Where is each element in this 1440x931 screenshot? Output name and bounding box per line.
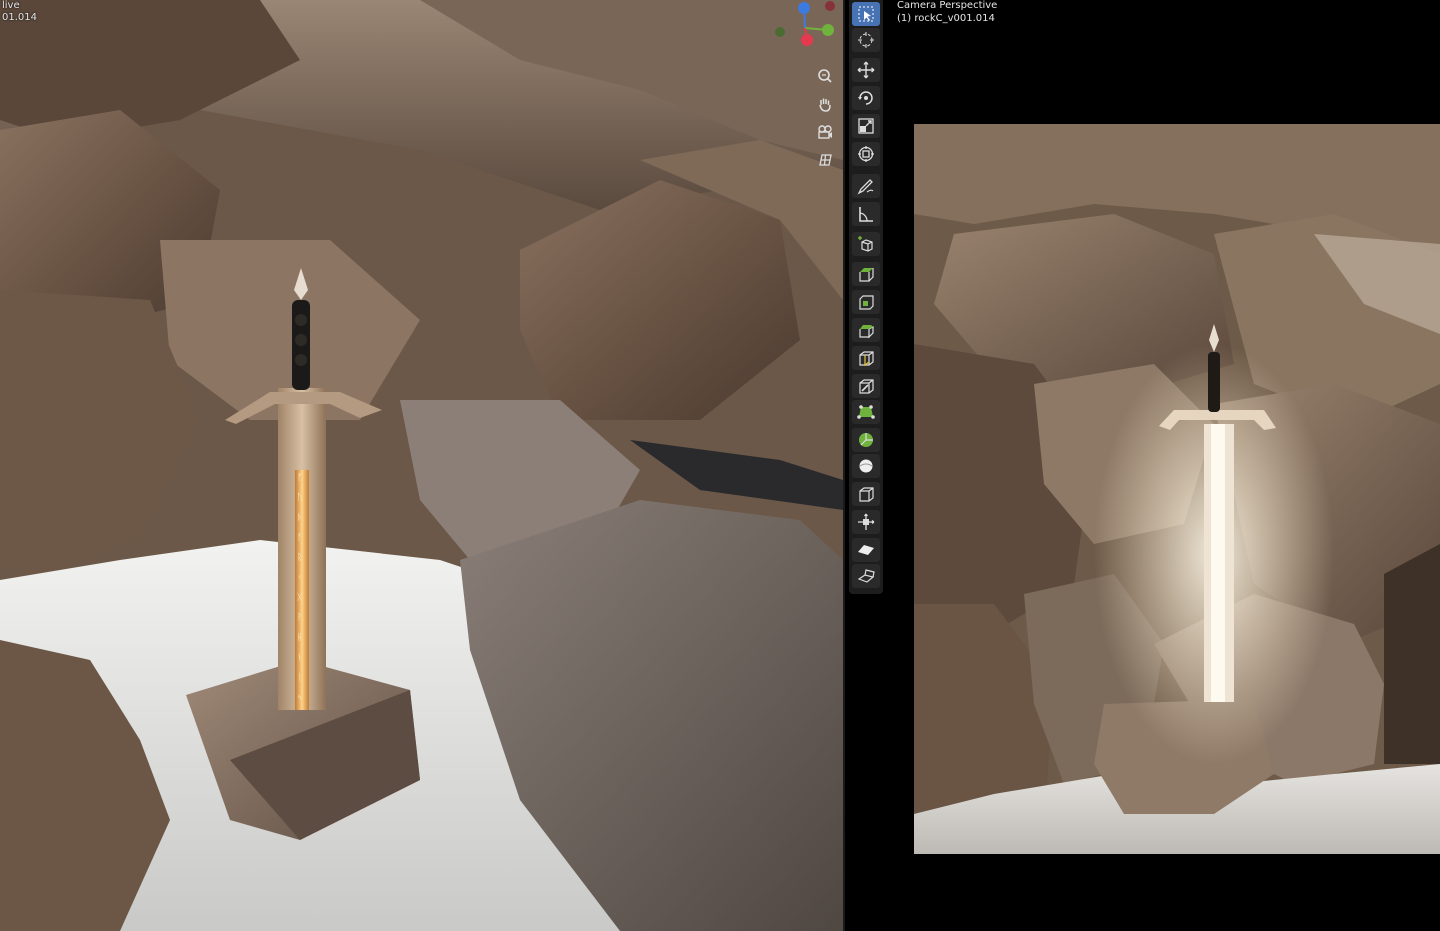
shear-icon[interactable] xyxy=(852,538,880,562)
svg-text:ᛃ: ᛃ xyxy=(297,693,302,703)
camera-icon[interactable] xyxy=(812,120,838,144)
poly-build-icon[interactable] xyxy=(852,400,880,424)
annotate-icon[interactable] xyxy=(852,174,880,198)
extrude-region-icon[interactable] xyxy=(852,262,880,286)
viewport-scene: ᚠᚢᚦᚨ ᚱᚲᚷᚹ ᚺᚾᛁᛃ xyxy=(0,0,843,931)
svg-text:ᚷ: ᚷ xyxy=(297,592,303,603)
navigation-controls xyxy=(812,64,838,176)
bevel-icon[interactable] xyxy=(852,318,880,342)
svg-text:ᚢ: ᚢ xyxy=(297,492,302,503)
svg-text:ᚨ: ᚨ xyxy=(297,532,302,543)
viewport-solid[interactable]: ᚠᚢᚦᚨ ᚱᚲᚷᚹ ᚺᚾᛁᛃ live 01.014 xyxy=(0,0,843,931)
select-box-icon[interactable] xyxy=(852,2,880,26)
scale-icon[interactable] xyxy=(852,114,880,138)
tool-shelf xyxy=(849,0,883,594)
rotate-icon[interactable] xyxy=(852,86,880,110)
gizmo-x-axis[interactable] xyxy=(801,34,813,46)
cursor-icon[interactable] xyxy=(852,28,880,52)
render-scene xyxy=(914,124,1440,854)
svg-text:ᛁ: ᛁ xyxy=(297,672,302,683)
zoom-icon[interactable] xyxy=(812,64,838,88)
rip-region-icon[interactable] xyxy=(852,564,880,588)
viewport-mode-label: live xyxy=(2,0,20,11)
move-icon[interactable] xyxy=(852,58,880,82)
svg-text:ᚦ: ᚦ xyxy=(297,512,302,523)
svg-text:ᚹ: ᚹ xyxy=(297,612,302,623)
loop-cut-icon[interactable] xyxy=(852,346,880,370)
navigation-gizmo[interactable] xyxy=(770,0,840,60)
gizmo-z-axis[interactable] xyxy=(798,2,810,14)
smooth-icon[interactable] xyxy=(852,454,880,478)
camera-view-name: Camera Perspective xyxy=(897,0,998,11)
camera-object-name: (1) rockC_v001.014 xyxy=(897,13,995,24)
svg-text:ᚱ: ᚱ xyxy=(297,552,302,563)
gizmo-y-axis[interactable] xyxy=(822,24,834,36)
svg-text:ᚾ: ᚾ xyxy=(297,652,302,663)
transform-icon[interactable] xyxy=(852,142,880,166)
edge-slide-icon[interactable] xyxy=(852,482,880,506)
knife-icon[interactable] xyxy=(852,374,880,398)
measure-icon[interactable] xyxy=(852,202,880,226)
svg-text:ᚠ: ᚠ xyxy=(297,472,302,483)
shrink-fatten-icon[interactable] xyxy=(852,510,880,534)
spin-icon[interactable] xyxy=(852,428,880,452)
camera-render-frame xyxy=(914,124,1440,854)
grid-ortho-icon[interactable] xyxy=(812,148,838,172)
add-cube-icon[interactable] xyxy=(852,232,880,256)
viewport-object-label: 01.014 xyxy=(2,12,37,23)
inset-faces-icon[interactable] xyxy=(852,290,880,314)
svg-text:ᚲ: ᚲ xyxy=(297,573,302,583)
hand-pan-icon[interactable] xyxy=(812,92,838,116)
svg-text:ᚺ: ᚺ xyxy=(297,632,302,643)
